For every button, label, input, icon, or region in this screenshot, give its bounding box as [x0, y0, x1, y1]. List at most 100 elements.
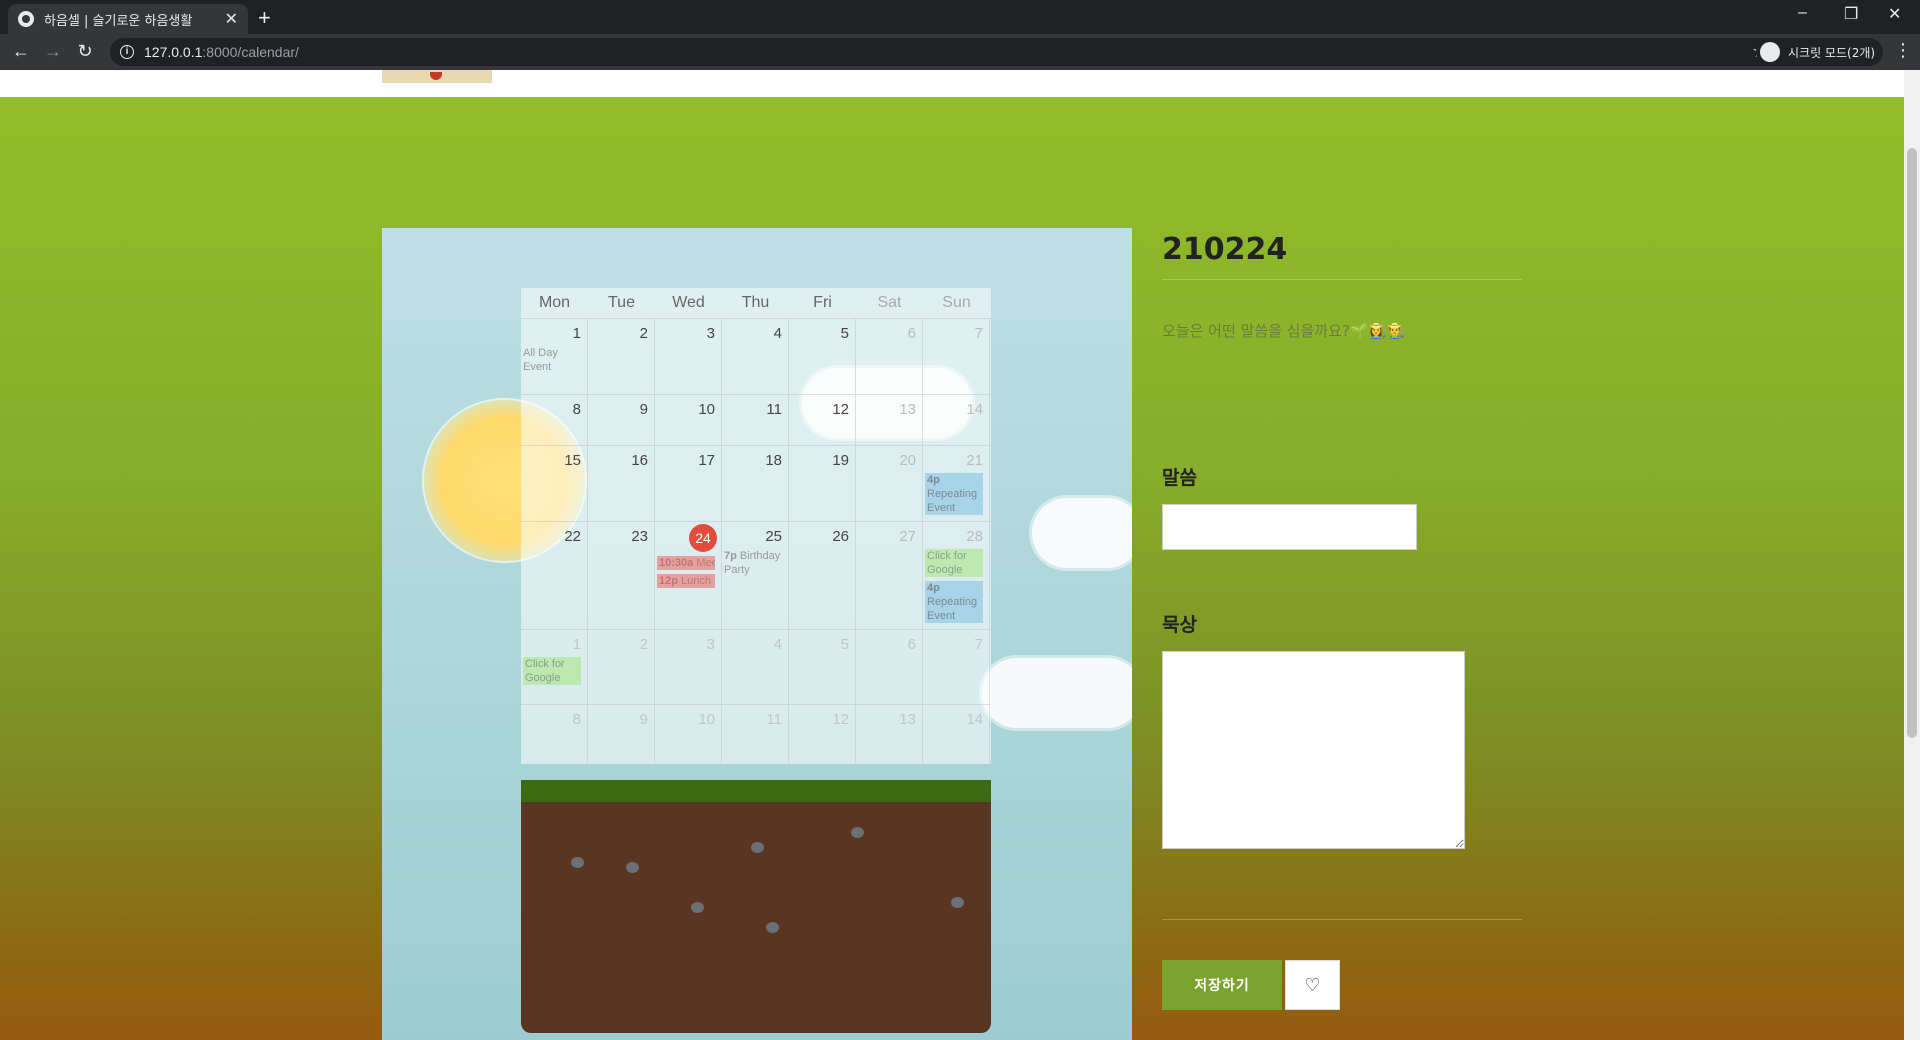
rock-illustration — [626, 862, 639, 873]
calendar-day[interactable]: 1 Click for Google — [521, 630, 588, 704]
calendar-day[interactable]: 3 — [655, 630, 722, 704]
calendar-day[interactable]: 14 — [923, 395, 990, 445]
calendar-day[interactable]: 10 — [655, 705, 722, 764]
day-number: 7 — [974, 636, 983, 653]
calendar-event[interactable]: 4p Repeating Event — [925, 473, 983, 515]
day-number: 6 — [907, 325, 916, 342]
page-scrollbar[interactable] — [1904, 70, 1920, 1040]
weekday-label: Sat — [877, 294, 902, 311]
tab-title: 하음셀 | 슬기로운 하음생활 — [44, 13, 193, 29]
day-number: 12 — [832, 711, 849, 728]
calendar-day[interactable]: 9 — [588, 395, 655, 445]
calendar-day[interactable]: 10 — [655, 395, 722, 445]
calendar-day[interactable]: 7 — [923, 630, 990, 704]
calendar-day[interactable]: 4 — [722, 630, 789, 704]
calendar-day[interactable]: 19 — [789, 446, 856, 521]
calendar-day[interactable]: 9 — [588, 705, 655, 764]
reload-icon[interactable]: ↻ — [74, 41, 96, 62]
day-number: 2 — [639, 636, 648, 653]
weekday-label: Tue — [608, 294, 635, 311]
calendar: Mon Tue Wed Thu Fri Sat Sun 1 All Day Ev… — [521, 288, 991, 764]
calendar-day[interactable]: 2 — [588, 319, 655, 394]
day-number: 13 — [899, 711, 916, 728]
calendar-day[interactable]: 13 — [856, 705, 923, 764]
calendar-day[interactable]: 15 — [521, 446, 588, 521]
browser-tabbar: 하음셀 | 슬기로운 하음생활 ✕ + – ❐ ✕ — [0, 0, 1920, 34]
day-number: 5 — [840, 325, 849, 342]
browser-menu-icon[interactable]: ⋮ — [1894, 40, 1912, 61]
day-number: 16 — [631, 452, 648, 469]
calendar-day[interactable]: 3 — [655, 319, 722, 394]
calendar-day[interactable]: 20 — [856, 446, 923, 521]
calendar-event[interactable]: 10:30a Meeting — [657, 556, 715, 570]
calendar-day[interactable]: 13 — [856, 395, 923, 445]
entry-panel: 210224 오늘은 어떤 말씀을 심을까요?🌱👩‍🌾👨‍🌾 말씀 묵상 저장하… — [1162, 228, 1522, 1010]
heart-icon: ♡ — [1304, 974, 1321, 995]
calendar-day[interactable]: 12 — [789, 705, 856, 764]
window-close-icon[interactable]: ✕ — [1888, 4, 1901, 24]
calendar-day[interactable]: 26 — [789, 522, 856, 629]
calendar-day[interactable]: 25 7p Birthday Party — [722, 522, 789, 629]
rock-illustration — [751, 842, 764, 853]
calendar-event[interactable]: 4p Repeating Event — [925, 581, 983, 623]
calendar-day[interactable]: 17 — [655, 446, 722, 521]
day-number: 27 — [899, 528, 916, 545]
calendar-event[interactable]: 12p Lunch — [657, 574, 715, 588]
forward-icon[interactable]: → — [42, 41, 64, 62]
calendar-day[interactable]: 4 — [722, 319, 789, 394]
calendar-day[interactable]: 8 — [521, 395, 588, 445]
calendar-day[interactable]: 28 Click for Google 4p Repeating Event — [923, 522, 990, 629]
calendar-event[interactable]: All Day Event — [523, 346, 581, 374]
calendar-day[interactable]: 18 — [722, 446, 789, 521]
day-number: 14 — [966, 711, 983, 728]
browser-tab[interactable]: 하음셀 | 슬기로운 하음생활 ✕ — [8, 4, 248, 34]
restore-icon[interactable]: ❐ — [1844, 4, 1858, 24]
calendar-event[interactable]: 7p Birthday Party — [724, 549, 782, 577]
calendar-day[interactable]: 6 — [856, 630, 923, 704]
calendar-day[interactable]: 11 — [722, 705, 789, 764]
calendar-day[interactable]: 14 — [923, 705, 990, 764]
calendar-day[interactable]: 5 — [789, 319, 856, 394]
calendar-week: 8 9 10 11 12 13 14 — [521, 394, 991, 445]
meditation-textarea[interactable] — [1162, 651, 1465, 849]
calendar-day[interactable]: 6 — [856, 319, 923, 394]
action-row: 저장하기 ♡ — [1162, 960, 1522, 1010]
day-number: 8 — [572, 711, 581, 728]
rock-illustration — [571, 857, 584, 868]
weekday-label: Wed — [672, 294, 705, 311]
calendar-day[interactable]: 7 — [923, 319, 990, 394]
save-button[interactable]: 저장하기 — [1162, 960, 1282, 1010]
back-icon[interactable]: ← — [10, 41, 32, 62]
calendar-day[interactable]: 8 — [521, 705, 588, 764]
calendar-day[interactable]: 23 — [588, 522, 655, 629]
incognito-indicator[interactable]: 시크릿 모드(2개) — [1756, 38, 1884, 66]
day-number: 12 — [832, 401, 849, 418]
minimize-icon[interactable]: – — [1798, 4, 1807, 22]
calendar-day[interactable]: 21 4p Repeating Event — [923, 446, 990, 521]
scrollbar-thumb[interactable] — [1907, 148, 1917, 738]
day-number: 13 — [899, 401, 916, 418]
word-input[interactable] — [1162, 504, 1417, 550]
close-tab-icon[interactable]: ✕ — [225, 9, 238, 29]
calendar-day[interactable]: 1 All Day Event — [521, 319, 588, 394]
url-host: 127.0.0.1 — [144, 44, 203, 60]
calendar-day[interactable]: 2 — [588, 630, 655, 704]
calendar-day-today[interactable]: 24 10:30a Meeting 12p Lunch — [655, 522, 722, 629]
info-icon[interactable]: i — [120, 45, 134, 59]
site-logo[interactable] — [382, 70, 492, 83]
calendar-day[interactable]: 22 — [521, 522, 588, 629]
weekday-label: Sun — [942, 294, 971, 311]
calendar-day[interactable]: 12 — [789, 395, 856, 445]
address-bar[interactable]: i 127.0.0.1:8000/calendar/ ☆ — [110, 38, 1780, 66]
event-title: Repeating Event — [927, 596, 978, 622]
new-tab-button[interactable]: + — [258, 5, 271, 31]
day-number: 9 — [639, 711, 648, 728]
calendar-day[interactable]: 5 — [789, 630, 856, 704]
calendar-day[interactable]: 27 — [856, 522, 923, 629]
calendar-day[interactable]: 16 — [588, 446, 655, 521]
calendar-event[interactable]: Click for Google — [523, 657, 581, 685]
calendar-event[interactable]: Click for Google — [925, 549, 983, 577]
like-button[interactable]: ♡ — [1285, 960, 1340, 1010]
hero-section: Mon Tue Wed Thu Fri Sat Sun 1 All Day Ev… — [0, 97, 1904, 1040]
calendar-day[interactable]: 11 — [722, 395, 789, 445]
